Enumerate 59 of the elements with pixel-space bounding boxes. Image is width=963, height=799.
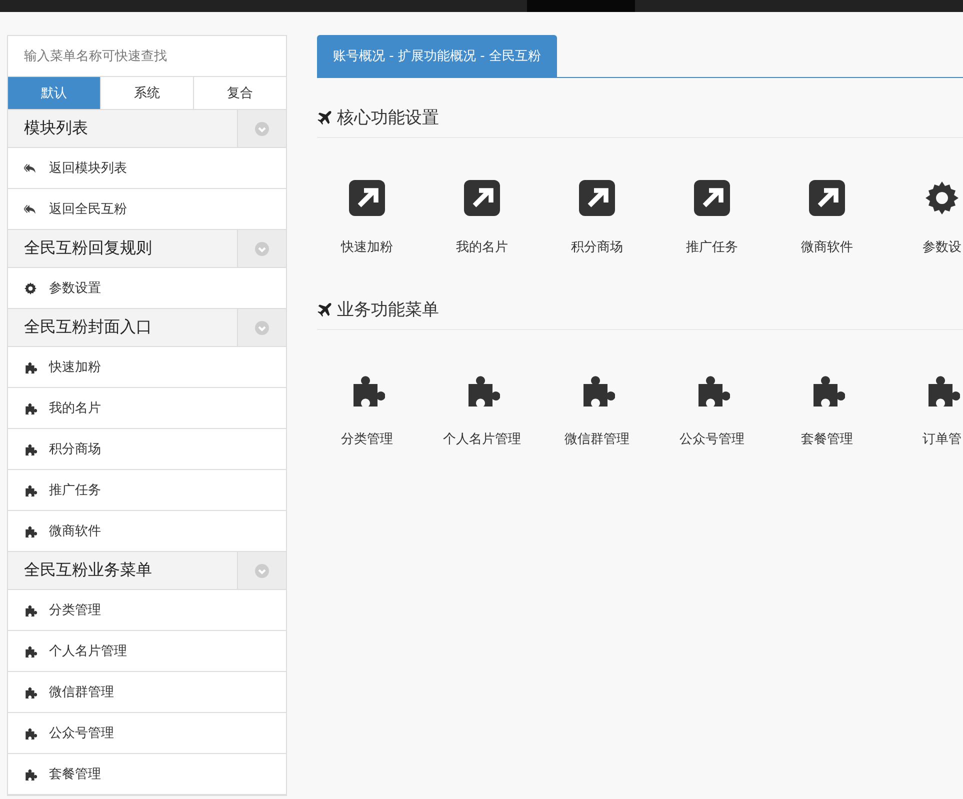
group-header[interactable]: 全民互粉封面入口 [8,309,286,347]
tab[interactable]: 默认 [8,77,101,109]
arrow-square-icon [694,180,730,216]
chevron-down-icon[interactable] [255,242,269,256]
menu-item[interactable]: 快速加粉 [8,347,286,388]
airplane-icon [317,302,333,318]
shortcut-tile[interactable]: 推广任务 [662,180,762,256]
section-title: 业务功能菜单 [337,299,439,321]
group-header[interactable]: 全民互粉业务菜单 [8,552,286,590]
puzzle-icon [24,402,37,414]
section-title: 核心功能设置 [337,107,439,129]
menu-item[interactable]: 返回模块列表 [8,148,286,189]
settings-icon [24,282,37,294]
shortcut-tile[interactable]: 套餐管理 [777,372,877,448]
shortcut-tile[interactable]: 积分商场 [547,180,647,256]
arrow-square-icon [809,180,845,216]
breadcrumb-tab[interactable]: 账号概况 - 扩展功能概况 - 全民互粉 [317,35,557,77]
shortcut-tile[interactable]: 微信群管理 [547,372,647,448]
group-header[interactable]: 模块列表 [8,110,286,148]
chevron-down-icon[interactable] [255,564,269,578]
shortcut-tile[interactable]: 分类管理 [317,372,417,448]
arrow-square-icon [579,180,615,216]
puzzle-icon [24,484,37,496]
group-title: 全民互粉回复规则 [23,238,153,259]
puzzle-icon [24,768,37,780]
chevron-down-icon[interactable] [255,320,269,334]
menu-item[interactable]: 积分商场 [8,429,286,470]
menu-item[interactable]: 我的名片 [8,388,286,429]
shortcut-tile[interactable]: 公众号管理 [662,372,762,448]
shortcut-tile[interactable]: 订单管 [892,372,963,448]
puzzle-icon [24,644,37,658]
puzzle-icon [24,524,37,538]
group-header[interactable]: 全民互粉回复规则 [8,230,286,268]
puzzle-icon [24,604,37,616]
group-title: 模块列表 [23,118,89,139]
menu-item[interactable]: 微信群管理 [8,672,286,713]
menu-item[interactable]: 推广任务 [8,470,286,511]
airplane-icon [317,110,333,126]
shortcut-tile[interactable]: 个人名片管理 [432,372,532,448]
puzzle-icon [24,726,37,740]
puzzle-icon [24,442,37,456]
menu-item[interactable]: 个人名片管理 [8,631,286,672]
shortcut-tile[interactable]: 我的名片 [432,180,532,256]
chevron-down-icon[interactable] [255,122,269,136]
settings-icon [924,180,960,216]
reply-icon [24,202,37,216]
menu-item[interactable]: 分类管理 [8,590,286,631]
reply-icon [24,162,37,174]
shortcut-tile[interactable]: 快速加粉 [317,180,417,256]
shortcut-tile[interactable]: 微商软件 [777,180,877,256]
puzzle-icon [24,360,37,374]
arrow-square-icon [349,180,385,216]
group-title: 全民互粉封面入口 [23,317,153,338]
puzzle-icon [24,686,37,698]
menu-item[interactable]: 公众号管理 [8,713,286,754]
menu-item[interactable]: 套餐管理 [8,754,286,795]
arrow-square-icon [464,180,500,216]
shortcut-tile[interactable]: 参数设 [892,180,963,256]
group-title: 全民互粉业务菜单 [23,560,153,581]
